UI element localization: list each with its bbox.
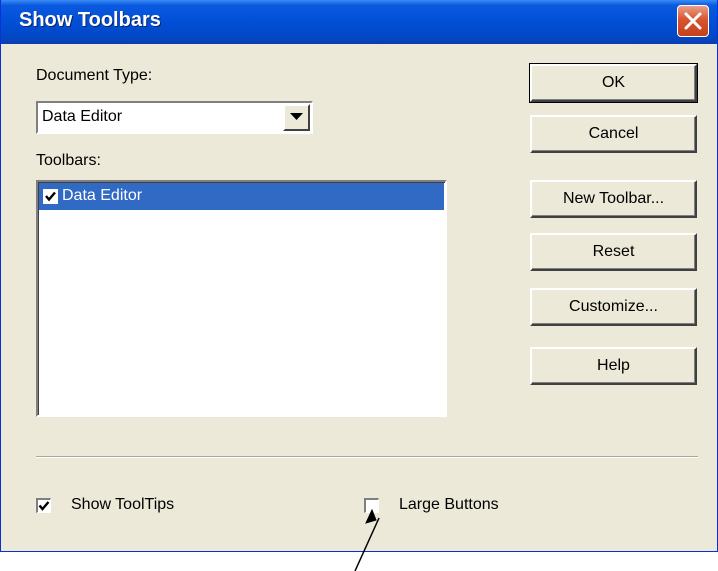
annotation-arrow (354, 508, 380, 571)
